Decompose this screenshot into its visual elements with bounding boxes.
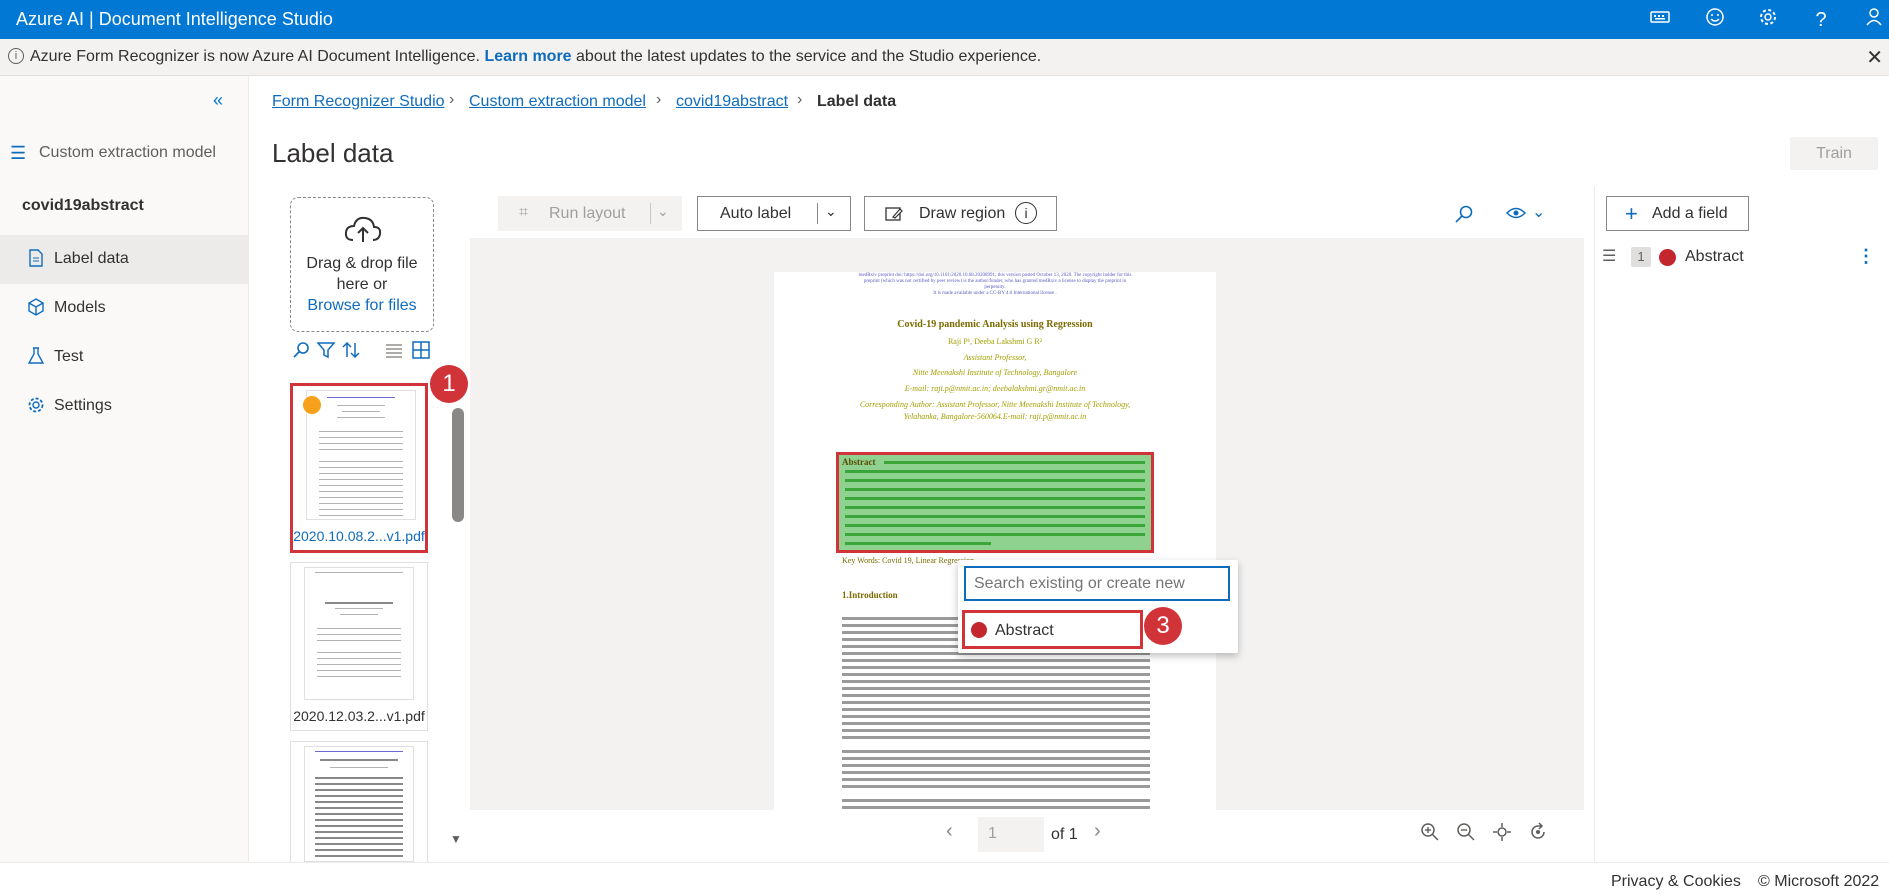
info-banner: i Azure Form Recognizer is now Azure AI … (0, 39, 1889, 76)
file-name: 2020.12.03.2...v1.pdf (293, 708, 425, 724)
list-view-icon[interactable] (385, 341, 403, 364)
breadcrumb-custom-extraction-model[interactable]: Custom extraction model (469, 93, 646, 111)
copyright-text: © Microsoft 2022 (1758, 873, 1880, 890)
search-icon[interactable] (293, 341, 311, 364)
callout-badge-1: 1 (430, 365, 468, 403)
smiley-icon[interactable] (1702, 7, 1728, 33)
draw-region-button[interactable]: Draw region i (864, 196, 1057, 231)
add-field-button[interactable]: + Add a field (1606, 196, 1749, 231)
footer: Privacy & Cookies © Microsoft 2022 (0, 862, 1889, 894)
plus-icon: + (1625, 201, 1638, 226)
drag-handle-icon[interactable]: ☰ (1602, 246, 1616, 266)
page-number-input[interactable]: 1 (978, 817, 1044, 852)
field-name: Abstract (1685, 248, 1744, 265)
cube-icon (26, 298, 46, 318)
sort-icon[interactable] (342, 341, 360, 364)
field-row-abstract[interactable]: ☰ 1 Abstract ⋮ (1600, 246, 1880, 270)
fields-panel (1594, 186, 1889, 862)
label-popup: Abstract (958, 560, 1238, 653)
browse-files-link[interactable]: Browse for files (291, 297, 433, 315)
zoom-in-icon[interactable] (1420, 822, 1440, 847)
abstract-region[interactable]: Abstract (836, 452, 1154, 553)
train-button[interactable]: Train (1790, 137, 1878, 170)
label-color-dot (971, 622, 987, 638)
gear-icon (26, 396, 46, 416)
nav-item-label-data[interactable]: Label data (0, 235, 249, 284)
gear-icon[interactable] (1755, 7, 1781, 33)
list-icon: ☰ (10, 143, 27, 163)
scan-icon: ⌗ (519, 204, 529, 221)
draw-region-icon (885, 206, 903, 227)
file-thumbnail[interactable] (290, 741, 428, 862)
page-preview (304, 746, 414, 862)
file-thumbnail[interactable]: 2020.10.08.2...v1.pdf (290, 383, 428, 553)
keywords-text: Key Words: Covid 19, Linear Regression (842, 556, 975, 565)
scroll-down-icon[interactable]: ▼ (450, 832, 462, 846)
keyboard-icon[interactable] (1647, 7, 1673, 33)
search-label-input[interactable] (964, 566, 1230, 601)
file-dropzone[interactable]: Drag & drop file here or Browse for file… (290, 197, 434, 332)
banner-message: Azure Form Recognizer is now Azure AI Do… (30, 48, 1042, 65)
breadcrumb-covid19abstract[interactable]: covid19abstract (676, 93, 788, 111)
document-icon (26, 249, 46, 269)
info-icon: i (8, 48, 24, 64)
status-dot (303, 396, 321, 414)
file-list-scrollbar[interactable] (452, 408, 464, 522)
field-color-dot[interactable] (1659, 249, 1676, 266)
fit-page-icon[interactable] (1492, 822, 1512, 847)
chevron-right-icon: › (797, 91, 803, 108)
eye-icon[interactable] (1505, 206, 1527, 225)
info-icon[interactable]: i (1015, 202, 1037, 224)
introduction-heading: 1.Introduction (842, 590, 898, 600)
chevron-right-icon: › (449, 91, 455, 108)
page-preview (306, 390, 416, 520)
nav-item-models[interactable]: Models (0, 284, 249, 333)
label-option-abstract[interactable]: Abstract (962, 610, 1143, 649)
top-bar: Azure AI | Document Intelligence Studio … (0, 0, 1889, 39)
collapse-nav-icon[interactable]: « (213, 90, 223, 111)
close-icon[interactable]: ✕ (1866, 45, 1883, 70)
auto-label-button[interactable]: Auto label ⌄ (697, 196, 851, 231)
previous-page-icon[interactable]: ‹ (946, 820, 953, 843)
run-layout-button[interactable]: ⌗ Run layout ⌄ (498, 196, 682, 231)
nav-item-test[interactable]: Test (0, 333, 249, 382)
privacy-cookies-link[interactable]: Privacy & Cookies (1611, 873, 1741, 891)
flask-icon (26, 347, 46, 367)
breadcrumb-label-data: Label data (817, 93, 897, 110)
callout-badge-3: 3 (1144, 607, 1182, 645)
page-count: of 1 (1051, 826, 1078, 843)
app-title: Azure AI | Document Intelligence Studio (16, 9, 333, 29)
grid-view-icon[interactable] (412, 341, 430, 364)
chevron-right-icon: › (656, 91, 662, 108)
learn-more-link[interactable]: Learn more (484, 48, 571, 65)
help-icon[interactable]: ? (1808, 7, 1834, 33)
cloud-upload-icon (343, 214, 383, 249)
next-page-icon[interactable]: › (1094, 820, 1101, 843)
person-icon[interactable] (1861, 7, 1887, 33)
chevron-down-icon[interactable]: ⌄ (657, 203, 669, 220)
chevron-down-icon[interactable]: ⌄ (1532, 202, 1545, 222)
breadcrumb-form-recognizer-studio[interactable]: Form Recognizer Studio (272, 93, 445, 111)
project-name: covid19abstract (22, 197, 144, 214)
field-index: 1 (1631, 247, 1651, 267)
file-thumbnail[interactable]: 2020.12.03.2...v1.pdf (290, 562, 428, 731)
chevron-down-icon[interactable]: ⌄ (825, 203, 837, 220)
filter-icon[interactable] (316, 341, 336, 364)
page-preview (304, 567, 414, 700)
file-name: 2020.10.08.2...v1.pdf (293, 528, 425, 544)
more-options-icon[interactable]: ⋮ (1857, 246, 1875, 267)
page-title: Label data (272, 138, 394, 168)
rotate-icon[interactable] (1528, 822, 1548, 847)
nav-item-settings[interactable]: Settings (0, 382, 249, 431)
left-nav (0, 76, 249, 862)
nav-section-custom-extraction[interactable]: ☰ Custom extraction model (10, 143, 250, 167)
zoom-out-icon[interactable] (1456, 822, 1476, 847)
search-icon[interactable] (1454, 204, 1474, 229)
